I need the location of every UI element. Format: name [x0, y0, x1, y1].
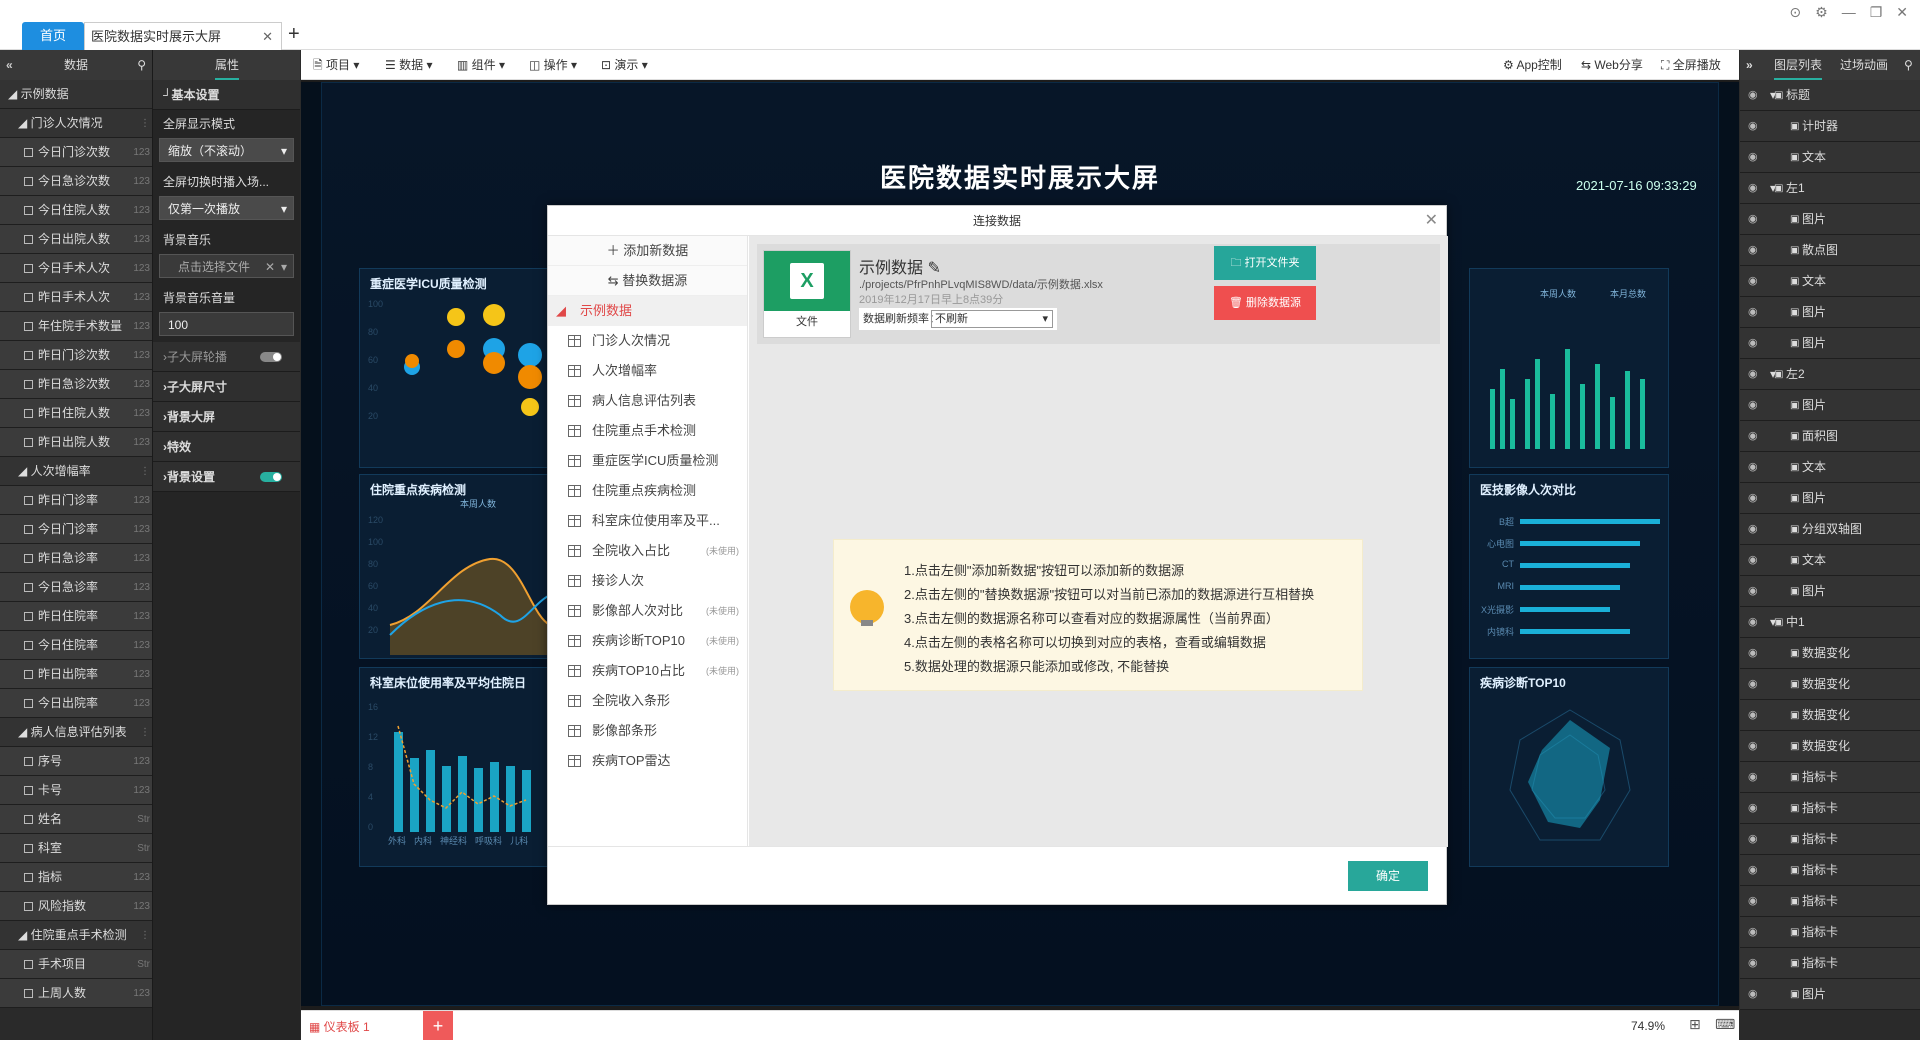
ok-button[interactable]: 确定: [1348, 861, 1428, 891]
source-title: 示例数据 ✎: [859, 254, 941, 278]
source-date: 2019年12月17日早上8点39分: [859, 294, 1004, 306]
table-item[interactable]: 疾病诊断TOP10 (未使用): [548, 626, 747, 656]
table-item[interactable]: 住院重点疾病检测: [548, 476, 747, 506]
table-name: 疾病TOP雷达: [592, 753, 671, 768]
table-icon: [568, 545, 581, 557]
table-icon: [568, 455, 581, 467]
table-name: 影像部人次对比: [592, 603, 684, 618]
unused-badge: (未使用): [706, 666, 739, 676]
table-name: 影像部条形: [592, 723, 658, 738]
excel-icon: X: [764, 251, 850, 311]
table-name: 病人信息评估列表: [592, 393, 697, 408]
source-list: ＋ 添加新数据 ⇆ 替换数据源 ◢ 示例数据 门诊人次情况 人次增幅率病人信息评估列…: [548, 236, 748, 846]
replace-source-label: 替换数据源: [622, 273, 688, 288]
dialog-header: 连接数据 ✕: [548, 206, 1446, 236]
table-item[interactable]: 影像部条形: [548, 716, 747, 746]
table-icon: [568, 515, 581, 527]
table-item[interactable]: 全院收入条形: [548, 686, 747, 716]
table-icon: [568, 755, 581, 767]
table-item[interactable]: 疾病TOP雷达: [548, 746, 747, 776]
table-name: 全院收入占比: [592, 543, 671, 558]
table-name: 全院收入条形: [592, 693, 671, 708]
table-item[interactable]: 重症医学ICU质量检测: [548, 446, 747, 476]
replace-source-button[interactable]: ⇆ 替换数据源: [548, 266, 747, 296]
unused-badge: (未使用): [706, 546, 739, 556]
plus-icon: ＋: [606, 243, 624, 258]
swap-icon: ⇆: [607, 273, 623, 288]
table-icon: [568, 695, 581, 707]
table-item[interactable]: 疾病TOP10占比 (未使用): [548, 656, 747, 686]
table-icon: [568, 665, 581, 677]
add-data-button[interactable]: ＋ 添加新数据: [548, 236, 747, 266]
source-path: ./projects/PfrPnhPLvqMIS8WD/data/示例数据.xl…: [859, 279, 1103, 291]
table-icon: [568, 605, 581, 617]
source-title-text: 示例数据: [859, 260, 924, 277]
unused-badge: (未使用): [706, 636, 739, 646]
table-name: 住院重点手术检测: [592, 423, 697, 438]
tips-box: 1.点击左侧"添加新数据"按钮可以添加新的数据源 2.点击左侧的"替换数据源"按钮…: [833, 539, 1363, 691]
refresh-select[interactable]: 不刷新 ▾: [931, 310, 1053, 328]
table-list: 门诊人次情况 人次增幅率病人信息评估列表 住院重点手术检测重症医学ICU质量检测 住院…: [548, 326, 747, 776]
source-card: X 文件 示例数据 ✎ ./projects/PfrPnhPLvqMIS8WD/…: [757, 244, 1440, 344]
tip-line: 4.点击左侧的表格名称可以切换到对应的表格，查看或编辑数据: [904, 635, 1266, 650]
table-name: 疾病TOP10占比: [592, 663, 685, 678]
table-item[interactable]: 人次增幅率: [548, 356, 747, 386]
add-data-label: 添加新数据: [623, 243, 689, 258]
delete-source-button[interactable]: 🗑 删除数据源: [1214, 286, 1316, 320]
excel-file-tile: X 文件: [763, 250, 851, 338]
open-folder-label: 打开文件夹: [1244, 257, 1300, 269]
tip-line: 1.点击左侧"添加新数据"按钮可以添加新的数据源: [904, 563, 1185, 578]
warning-icon: ◢: [556, 303, 566, 318]
trash-icon: 🗑: [1228, 297, 1247, 309]
table-name: 科室床位使用率及平...: [592, 513, 720, 528]
table-name: 接诊人次: [592, 573, 645, 588]
refresh-row: 数据刷新频率： 不刷新 ▾: [859, 308, 1057, 330]
table-icon: [568, 635, 581, 647]
edit-icon[interactable]: ✎: [927, 260, 940, 277]
source-item[interactable]: ◢ 示例数据: [548, 296, 747, 326]
lightbulb-icon: [850, 590, 884, 626]
table-item[interactable]: 全院收入占比 (未使用): [548, 536, 747, 566]
tip-line: 2.点击左侧的"替换数据源"按钮可以对当前已添加的数据源进行互相替换: [904, 587, 1315, 602]
table-name: 人次增幅率: [592, 363, 658, 378]
table-name: 门诊人次情况: [592, 333, 671, 348]
file-label: 文件: [796, 316, 818, 328]
unused-badge: (未使用): [706, 606, 739, 616]
delete-source-label: 删除数据源: [1246, 297, 1302, 309]
table-item[interactable]: 接诊人次: [548, 566, 747, 596]
dialog-footer: 确定: [548, 846, 1448, 906]
table-icon: [568, 395, 581, 407]
tip-line: 3.点击左侧的数据源名称可以查看对应的数据源属性（当前界面）: [904, 611, 1279, 626]
table-icon: [568, 725, 581, 737]
table-icon: [568, 425, 581, 437]
table-item[interactable]: 住院重点手术检测: [548, 416, 747, 446]
table-name: 重症医学ICU质量检测: [592, 453, 719, 468]
table-item[interactable]: 影像部人次对比 (未使用): [548, 596, 747, 626]
table-item[interactable]: 门诊人次情况: [548, 326, 747, 356]
table-icon: [568, 575, 581, 587]
table-name: 住院重点疾病检测: [592, 483, 697, 498]
tip-line: 5.数据处理的数据源只能添加或修改, 不能替换: [904, 659, 1170, 674]
open-folder-button[interactable]: 🗀 打开文件夹: [1214, 246, 1316, 280]
connect-data-dialog: 连接数据 ✕ ＋ 添加新数据 ⇆ 替换数据源 ◢ 示例数据 门诊人次情况 人次增幅率…: [547, 205, 1448, 906]
chevron-down-icon: ▾: [1042, 313, 1048, 325]
dialog-title: 连接数据: [972, 214, 1021, 228]
refresh-label: 数据刷新频率：: [863, 313, 940, 325]
table-icon: [568, 485, 581, 497]
table-item[interactable]: 病人信息评估列表: [548, 386, 747, 416]
source-properties: X 文件 示例数据 ✎ ./projects/PfrPnhPLvqMIS8WD/…: [749, 236, 1448, 846]
folder-icon: 🗀: [1230, 257, 1245, 269]
table-icon: [568, 335, 581, 347]
table-name: 疾病诊断TOP10: [592, 633, 685, 648]
refresh-value: 不刷新: [935, 313, 968, 325]
close-icon[interactable]: ✕: [1425, 206, 1438, 236]
table-item[interactable]: 科室床位使用率及平...: [548, 506, 747, 536]
source-name: 示例数据: [580, 303, 633, 318]
table-icon: [568, 365, 581, 377]
